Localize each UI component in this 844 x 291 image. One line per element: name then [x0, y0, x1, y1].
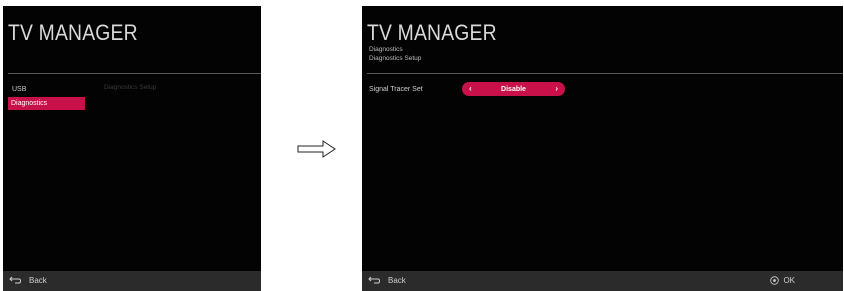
transition-arrow-icon: [297, 140, 336, 158]
tv-screen-left: TV MANAGER USB Diagnostics Diagnostics S…: [3, 6, 261, 291]
selector-value: Disable: [501, 85, 526, 93]
tv-screen-right: TV MANAGER Diagnostics Diagnostics Setup…: [362, 6, 843, 291]
page-title: TV MANAGER: [367, 20, 497, 45]
chevron-left-icon[interactable]: ‹: [469, 85, 472, 93]
back-label: Back: [388, 275, 406, 285]
page-title: TV MANAGER: [8, 20, 138, 45]
breadcrumb-item: Diagnostics: [369, 46, 403, 53]
menu-item-usb[interactable]: USB: [12, 86, 26, 93]
back-button[interactable]: Back: [9, 275, 47, 285]
divider: [367, 73, 843, 74]
back-button[interactable]: Back: [368, 275, 406, 285]
footer-bar: Back OK: [362, 271, 843, 291]
signal-tracer-selector[interactable]: ‹ Disable ›: [462, 82, 565, 96]
ok-label: OK: [783, 276, 795, 285]
diagnostics-setup-label: Diagnostics Setup: [104, 84, 157, 91]
ok-button[interactable]: OK: [770, 276, 795, 285]
breadcrumb-item: Diagnostics Setup: [369, 55, 422, 62]
back-label: Back: [29, 275, 47, 285]
chevron-right-icon[interactable]: ›: [555, 85, 558, 93]
divider: [8, 73, 261, 74]
ok-button-icon: [770, 276, 780, 285]
menu-item-diagnostics[interactable]: Diagnostics: [8, 97, 85, 110]
back-arrow-icon: [9, 276, 21, 284]
back-arrow-icon: [368, 276, 380, 284]
footer-bar: Back: [3, 271, 261, 291]
signal-tracer-label: Signal Tracer Set: [369, 86, 423, 93]
